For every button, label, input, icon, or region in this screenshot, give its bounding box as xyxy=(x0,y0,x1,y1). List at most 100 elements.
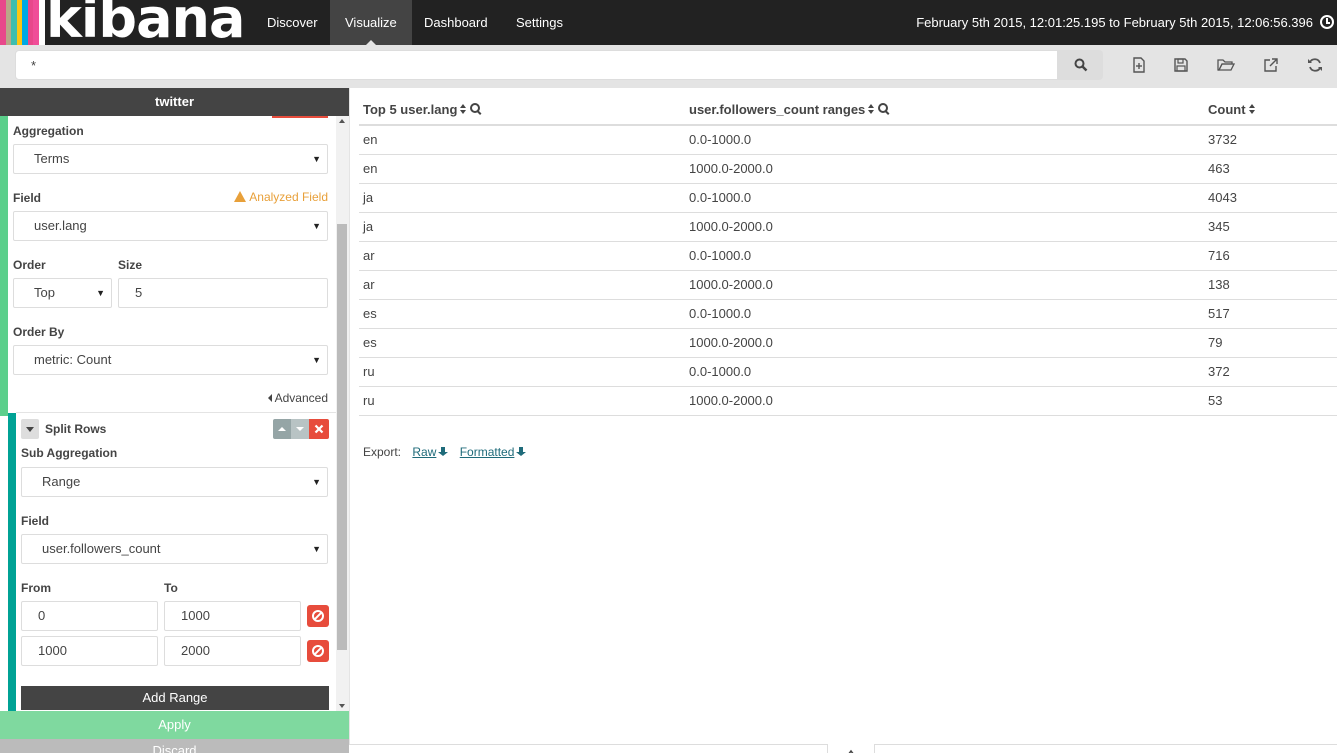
range-from-input[interactable]: 0 xyxy=(21,601,158,631)
export-label: Export: xyxy=(363,445,402,459)
cell-lang: en xyxy=(359,125,685,155)
sidebar-scroll-area: Aggregation Terms Field Analyzed Field u… xyxy=(0,116,349,711)
column-header-text: user.followers_count ranges xyxy=(689,102,866,117)
cell-count: 4043 xyxy=(1204,183,1337,213)
search-bar xyxy=(0,45,1337,88)
range-to-input[interactable]: 1000 xyxy=(164,601,301,631)
nav-tab-settings[interactable]: Settings xyxy=(501,0,578,45)
external-link-icon xyxy=(1264,58,1278,72)
vis-editor-sidebar: twitter Aggregation Terms Field Analyzed… xyxy=(0,88,349,753)
search-button[interactable] xyxy=(1058,50,1103,80)
size-label: Size xyxy=(118,258,143,272)
cell-range: 1000.0-2000.0 xyxy=(685,270,1204,300)
table-row: ja 0.0-1000.0 4043 xyxy=(359,183,1337,213)
search-icon[interactable] xyxy=(470,103,482,115)
table-row: ar 1000.0-2000.0 138 xyxy=(359,270,1337,300)
nav-tab-visualize[interactable]: Visualize xyxy=(330,0,412,45)
new-document-icon xyxy=(1133,57,1145,73)
spy-toggle-button[interactable] xyxy=(827,744,875,753)
new-visualization-button[interactable] xyxy=(1131,57,1149,75)
size-input[interactable]: 5 xyxy=(118,278,328,308)
analyzed-field-text: Analyzed Field xyxy=(249,190,328,204)
cell-count: 53 xyxy=(1204,386,1337,416)
sub-aggregation-label: Sub Aggregation xyxy=(21,446,118,460)
cell-count: 79 xyxy=(1204,328,1337,358)
remove-range-button[interactable] xyxy=(307,640,329,662)
to-label: To xyxy=(164,581,178,595)
sort-icon[interactable] xyxy=(1248,104,1256,115)
table-row: ar 0.0-1000.0 716 xyxy=(359,241,1337,271)
discard-button[interactable]: Discard xyxy=(0,739,349,753)
brand-text: kibana xyxy=(46,0,245,45)
cell-lang: es xyxy=(359,328,685,358)
collapse-toggle-button[interactable] xyxy=(21,419,39,439)
save-icon xyxy=(1174,58,1188,72)
cell-lang: ja xyxy=(359,212,685,242)
visualization-area: Top 5 user.lang user.followers_count ran… xyxy=(349,88,1337,753)
aggregation-select[interactable]: Terms xyxy=(13,144,328,174)
chevron-up-icon xyxy=(848,749,854,753)
sidebar-scrollbar[interactable] xyxy=(336,116,349,711)
refresh-button[interactable] xyxy=(1307,57,1325,75)
move-down-button[interactable] xyxy=(291,419,309,439)
caret-left-icon xyxy=(267,394,272,402)
clock-icon[interactable] xyxy=(1320,15,1334,29)
sub-aggregation-select[interactable]: Range xyxy=(21,467,328,497)
cell-lang: ar xyxy=(359,270,685,300)
scrollbar-thumb[interactable] xyxy=(337,224,347,650)
index-pattern-title: twitter xyxy=(0,88,349,116)
table-row: ru 1000.0-2000.0 53 xyxy=(359,386,1337,416)
scroll-up-icon[interactable] xyxy=(339,119,345,123)
column-header-count[interactable]: Count xyxy=(1204,95,1337,126)
sub-field-label: Field xyxy=(21,514,50,528)
search-input[interactable] xyxy=(15,50,1058,80)
field-select[interactable]: user.lang xyxy=(13,211,328,241)
range-from-input[interactable]: 1000 xyxy=(21,636,158,666)
sub-field-select[interactable]: user.followers_count xyxy=(21,534,328,564)
cell-range: 0.0-1000.0 xyxy=(685,357,1204,387)
split-rows-title: Split Rows xyxy=(45,422,107,436)
panel-divider xyxy=(349,88,350,753)
sort-icon[interactable] xyxy=(868,104,875,115)
aggregation-label: Aggregation xyxy=(13,124,84,138)
column-header-lang[interactable]: Top 5 user.lang xyxy=(359,95,685,126)
nav-tab-dashboard[interactable]: Dashboard xyxy=(409,0,503,45)
save-button[interactable] xyxy=(1173,57,1191,75)
range-to-input[interactable]: 2000 xyxy=(164,636,301,666)
open-button[interactable] xyxy=(1217,57,1236,75)
scroll-down-icon[interactable] xyxy=(339,704,345,708)
time-range-picker[interactable]: February 5th 2015, 12:01:25.195 to Febru… xyxy=(916,0,1313,45)
download-icon xyxy=(516,447,527,457)
search-icon[interactable] xyxy=(878,103,890,115)
order-by-select[interactable]: metric: Count xyxy=(13,345,328,375)
cell-range: 1000.0-2000.0 xyxy=(685,154,1204,184)
close-icon xyxy=(314,424,324,434)
cell-range: 1000.0-2000.0 xyxy=(685,328,1204,358)
top-navbar: kibana Discover Visualize Dashboard Sett… xyxy=(0,0,1337,45)
cell-lang: ru xyxy=(359,357,685,387)
order-select[interactable]: Top xyxy=(13,278,112,308)
download-icon xyxy=(438,447,449,457)
from-label: From xyxy=(21,581,51,595)
remove-range-button[interactable] xyxy=(307,605,329,627)
move-up-button[interactable] xyxy=(273,419,291,439)
cell-count: 463 xyxy=(1204,154,1337,184)
add-range-button[interactable]: Add Range xyxy=(21,686,329,710)
data-table: Top 5 user.lang user.followers_count ran… xyxy=(359,95,1337,416)
export-formatted-link[interactable]: Formatted xyxy=(460,445,527,459)
advanced-toggle[interactable]: Advanced xyxy=(267,391,328,405)
field-label: Field xyxy=(13,191,42,205)
analyzed-field-warning: Analyzed Field xyxy=(234,190,328,204)
chevron-up-icon xyxy=(278,427,286,431)
order-by-label: Order By xyxy=(13,325,65,339)
column-header-ranges[interactable]: user.followers_count ranges xyxy=(685,95,1204,126)
remove-bucket-button[interactable] xyxy=(309,419,329,439)
apply-button[interactable]: Apply xyxy=(0,711,349,739)
kibana-logo[interactable]: kibana xyxy=(0,0,252,45)
table-row: ru 0.0-1000.0 372 xyxy=(359,357,1337,387)
sort-icon[interactable] xyxy=(460,104,467,115)
nav-tab-discover[interactable]: Discover xyxy=(252,0,333,45)
table-row: en 0.0-1000.0 3732 xyxy=(359,125,1337,155)
export-raw-link[interactable]: Raw xyxy=(412,445,449,459)
share-button[interactable] xyxy=(1263,57,1281,75)
